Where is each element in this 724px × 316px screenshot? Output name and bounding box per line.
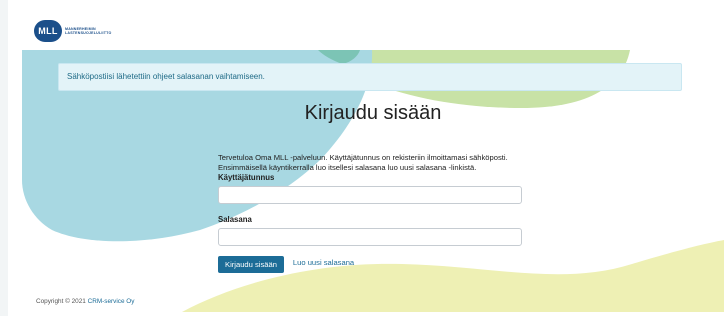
login-form: Tervetuloa Oma MLL -palveluun. Käyttäjät…: [218, 153, 528, 273]
alert-message: Sähköpostiisi lähetettiin ohjeet salasan…: [67, 72, 265, 81]
login-button[interactable]: Kirjaudu sisään: [218, 256, 284, 273]
intro-line-2: Ensimmäisellä käyntikerralla luo itselle…: [218, 163, 477, 172]
create-new-password-link[interactable]: Luo uusi salasana: [293, 258, 354, 267]
intro-text: Tervetuloa Oma MLL -palveluun. Käyttäjät…: [218, 153, 528, 173]
password-reset-alert: Sähköpostiisi lähetettiin ohjeet salasan…: [58, 63, 682, 91]
login-stage: Sähköpostiisi lähetettiin ohjeet salasan…: [22, 50, 724, 312]
intro-line-1: Tervetuloa Oma MLL -palveluun. Käyttäjät…: [218, 153, 508, 162]
mll-logo[interactable]: MLL MANNERHEIMIN LASTENSUOJELULIITTO: [34, 20, 115, 42]
logo-wordmark: MANNERHEIMIN LASTENSUOJELULIITTO: [65, 27, 115, 36]
logo-text-line2: LASTENSUOJELULIITTO: [65, 31, 112, 35]
page-frame: MLL MANNERHEIMIN LASTENSUOJELULIITTO Säh…: [8, 0, 724, 316]
company-link[interactable]: CRM-service Oy: [88, 298, 135, 305]
username-label: Käyttäjätunnus: [218, 173, 275, 182]
site-header: MLL MANNERHEIMIN LASTENSUOJELULIITTO: [8, 0, 724, 50]
username-input[interactable]: [218, 186, 522, 204]
logo-mark: MLL: [34, 20, 62, 42]
page-title: Kirjaudu sisään: [304, 102, 442, 124]
password-label: Salasana: [218, 215, 252, 224]
copyright-text: Copyright © 2021: [36, 298, 86, 305]
site-footer: Copyright © 2021 CRM-service Oy: [36, 298, 134, 305]
form-actions: Kirjaudu sisään Luo uusi salasana: [218, 256, 528, 273]
password-input[interactable]: [218, 228, 522, 246]
